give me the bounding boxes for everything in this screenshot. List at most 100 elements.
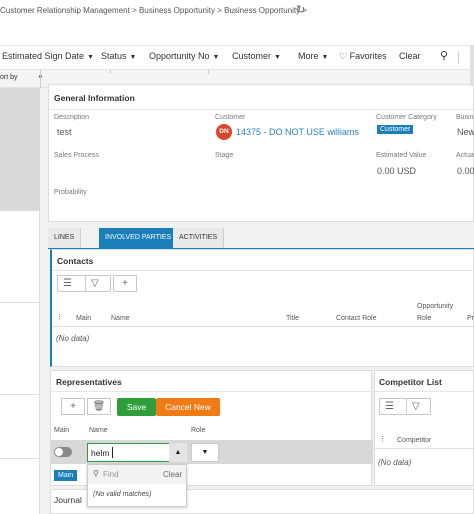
column-header-name[interactable]: Name <box>111 315 130 322</box>
section-title: Representatives <box>56 377 122 387</box>
customer-category-badge: Customer <box>377 125 414 134</box>
favorites-label: Favorites <box>349 51 387 61</box>
filter-customer[interactable]: Customer ▼ <box>232 51 281 61</box>
add-contact-button[interactable]: + <box>113 275 137 292</box>
filter-icon[interactable]: ▽ <box>412 399 420 414</box>
list-separator <box>0 458 40 459</box>
search-icon: ⚲ <box>93 469 99 478</box>
filter-estimated-sign-date[interactable]: Estimated Sign Date ▼ <box>2 51 94 61</box>
list-separator <box>0 210 40 211</box>
competitor-list-card: Competitor List ☰ ▽ ⋮ Competitor (No dat… <box>374 370 474 486</box>
contacts-card: Contacts ☰ ▽ + ⋮ Main Name Title Contact… <box>50 249 474 367</box>
tab-activities[interactable]: ACTIVITIES <box>173 228 225 248</box>
text-cursor <box>112 447 113 458</box>
empty-state: (No data) <box>378 458 412 467</box>
contacts-view-toolbar: ☰ ▽ <box>57 275 111 292</box>
section-title: Contacts <box>57 256 94 266</box>
trash-icon: 🗑 <box>92 401 106 412</box>
caret-down-icon: ▼ <box>201 449 209 456</box>
column-header-name[interactable]: Name <box>89 427 108 434</box>
list-separator <box>0 302 40 303</box>
header-divider <box>52 326 474 327</box>
filter-opportunity-no[interactable]: Opportunity No ▼ <box>149 51 219 61</box>
divider <box>52 270 474 271</box>
divider <box>110 70 111 74</box>
competitor-view-toolbar: ☰ ▽ <box>379 398 431 415</box>
role-select[interactable]: ▼ <box>191 443 219 462</box>
filter-label: Customer <box>232 51 272 61</box>
toggle-knob <box>55 448 63 456</box>
caret-down-icon: ▼ <box>321 54 329 61</box>
customer-link[interactable]: 14375 - DO NOT USE williams <box>236 127 359 137</box>
filter-label: More <box>298 51 319 61</box>
divider <box>406 399 407 414</box>
main-toggle[interactable] <box>54 447 72 457</box>
avatar: DN <box>216 124 232 140</box>
filter-status[interactable]: Status ▼ <box>101 51 136 61</box>
representatives-card: Representatives + 🗑 Save Cancel New Main… <box>50 370 373 507</box>
plus-icon: + <box>70 401 76 412</box>
list-separator <box>0 394 40 395</box>
breadcrumb[interactable]: Customer Relationship Management > Busin… <box>0 6 307 15</box>
column-header-title[interactable]: Title <box>286 315 299 322</box>
divider <box>208 70 209 74</box>
list-view-icon[interactable]: ☰ <box>63 276 72 291</box>
caret-down-icon: ▼ <box>274 54 281 61</box>
column-header-role[interactable]: Role <box>191 427 205 434</box>
name-suggestions-dropdown: ⚲ Find Clear (No valid matches) <box>87 464 187 507</box>
row-menu-icon[interactable]: ⋮ <box>56 313 63 321</box>
description-label: Description <box>54 114 90 121</box>
business-label: Busin <box>456 114 474 121</box>
clear-button[interactable]: Clear <box>399 51 421 61</box>
filter-more[interactable]: More ▼ <box>298 51 328 61</box>
sort-by-dropdown[interactable]: ort by ▼ <box>0 74 43 81</box>
estimated-value-label: Estimated Value <box>376 152 427 159</box>
search-icon[interactable]: ⚲ <box>440 49 448 62</box>
description-value: test <box>57 127 72 137</box>
delete-button[interactable]: 🗑 <box>87 398 111 415</box>
actual-label: Actua <box>456 152 474 159</box>
list-view-icon[interactable]: ☰ <box>385 399 394 414</box>
divider <box>458 52 459 64</box>
section-title: Journal <box>54 495 82 505</box>
column-header-main[interactable]: Main <box>54 427 69 434</box>
business-value: New <box>457 127 474 137</box>
dropdown-find-input[interactable]: Find <box>103 470 119 479</box>
probability-label: Probability <box>54 189 87 196</box>
top-bar: Customer Relationship Management > Busin… <box>0 0 474 46</box>
dropdown-clear-button[interactable]: Clear <box>163 470 182 479</box>
refresh-icon[interactable]: ↻ <box>296 3 305 16</box>
name-input-value: helm <box>91 448 110 458</box>
add-representative-button[interactable]: + <box>61 398 85 415</box>
tab-involved-parties[interactable]: INVOLVED PARTIES <box>99 228 179 248</box>
save-button[interactable]: Save <box>117 398 156 416</box>
filter-icon[interactable]: ▽ <box>91 276 99 291</box>
tab-lines[interactable]: LINES <box>48 228 82 248</box>
column-header-pr[interactable]: Pr <box>467 315 474 322</box>
caret-down-icon: ▼ <box>212 54 220 61</box>
heart-icon: ♡ <box>339 51 348 61</box>
column-header-main[interactable]: Main <box>76 315 91 322</box>
caret-up-icon[interactable]: ▲ <box>169 443 187 462</box>
caret-down-icon: ▼ <box>129 54 137 61</box>
scrollbar[interactable] <box>470 46 474 86</box>
divider <box>85 276 86 291</box>
caret-down-icon: ▼ <box>87 54 94 61</box>
stage-label: Stage <box>215 152 234 159</box>
header-divider <box>375 448 474 449</box>
row-menu-icon[interactable]: ⋮ <box>379 435 386 443</box>
favorites-button[interactable]: ♡ Favorites <box>339 51 387 62</box>
filter-label: Opportunity No <box>149 51 210 61</box>
general-information-card: General Information Description test Cus… <box>48 84 474 222</box>
sales-process-label: Sales Process <box>54 152 99 159</box>
column-header-competitor[interactable]: Competitor <box>397 437 431 444</box>
section-title: General Information <box>54 93 135 103</box>
column-header-contact-role[interactable]: Contact Role <box>336 315 376 322</box>
section-title: Competitor List <box>379 377 442 387</box>
customer-label: Customer <box>215 114 246 121</box>
column-header-opportunity[interactable]: Opportunity <box>417 303 453 310</box>
divider <box>51 391 373 392</box>
record-list-selected-item[interactable] <box>0 88 40 210</box>
customer-category-label: Customer Category <box>376 114 437 121</box>
cancel-new-button[interactable]: Cancel New <box>156 398 220 416</box>
